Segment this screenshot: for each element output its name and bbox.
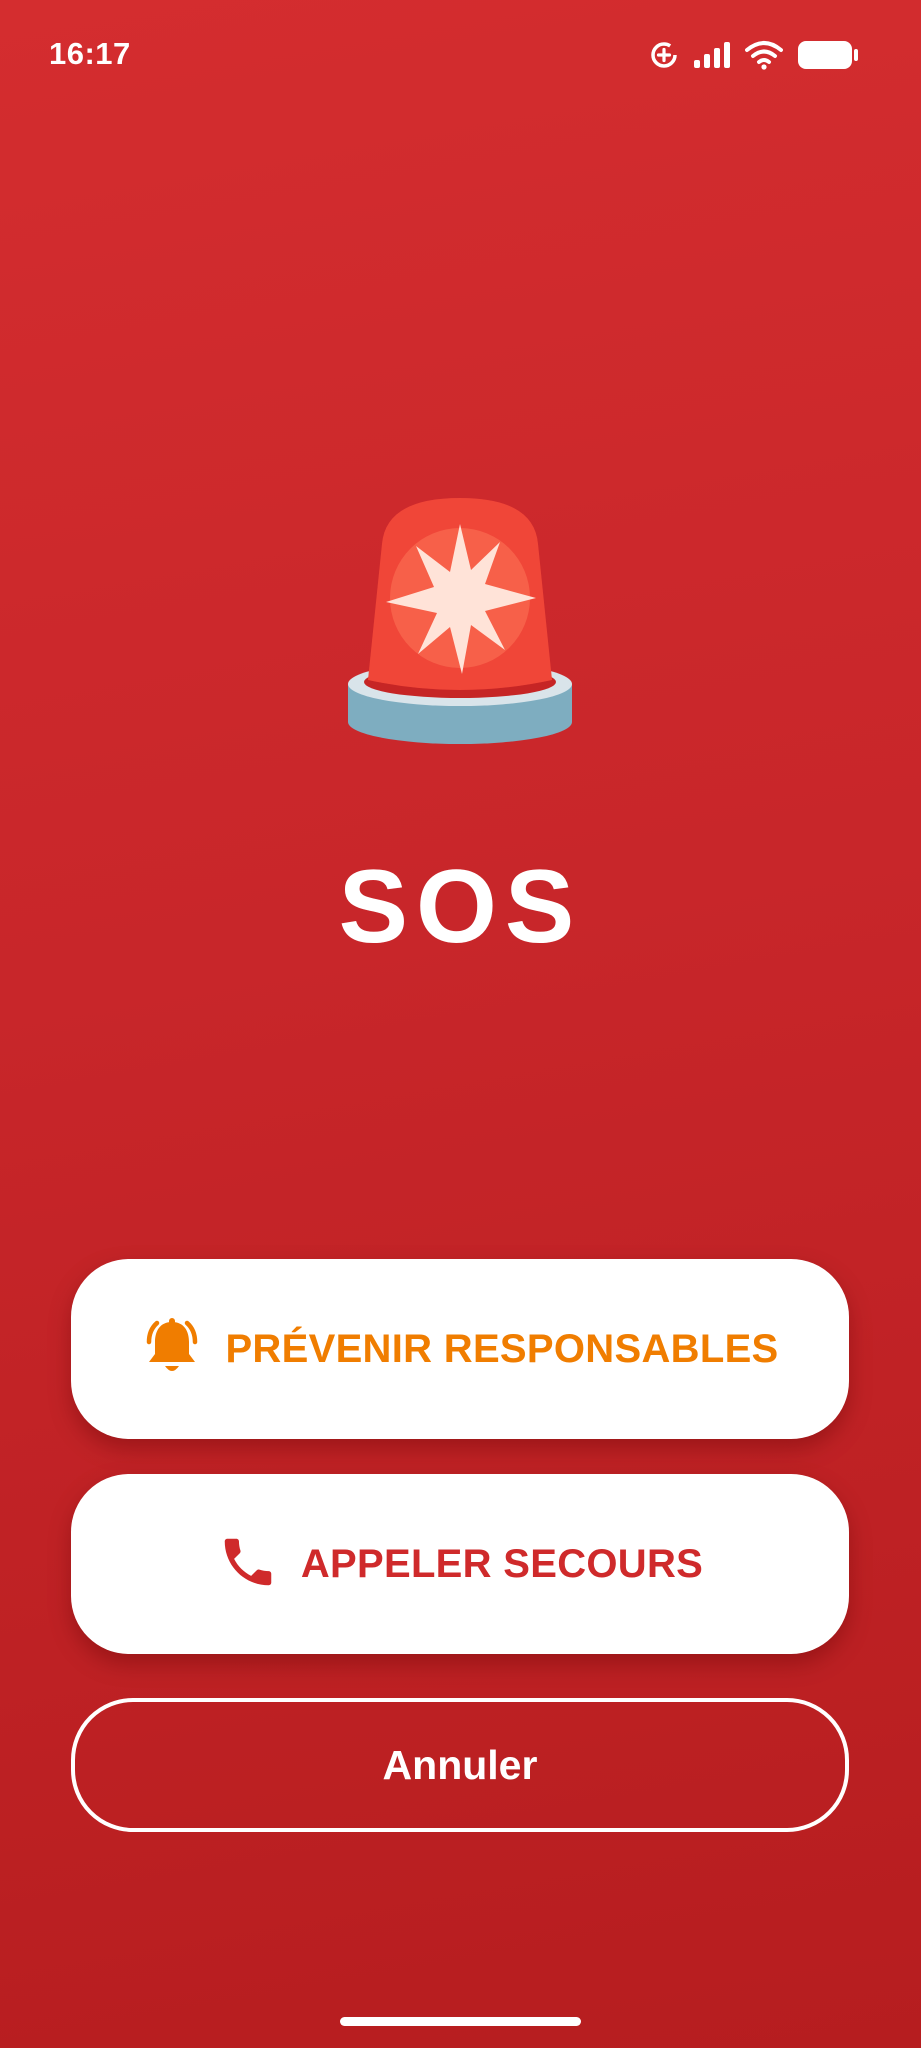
home-indicator[interactable] [340,2017,581,2026]
signal-icon [693,41,731,69]
status-time: 16:17 [49,36,131,71]
bell-alert-icon [141,1316,203,1383]
cancel-label: Annuler [382,1741,538,1788]
phone-icon [217,1531,279,1598]
call-emergency-label: APPELER SECOURS [300,1541,704,1586]
notify-responsibles-label: PRÉVENIR RESPONSABLES [225,1326,779,1371]
status-bar: 16:17 [0,0,921,116]
battery-icon [797,40,859,70]
call-emergency-button[interactable]: APPELER SECOURS [71,1474,849,1654]
siren-icon [340,490,580,750]
status-icons [649,40,859,70]
data-saver-icon [649,40,679,70]
cancel-button[interactable]: Annuler [71,1698,849,1832]
notify-responsibles-button[interactable]: PRÉVENIR RESPONSABLES [71,1259,849,1439]
wifi-icon [745,40,783,70]
page-title: SOS [338,849,583,965]
